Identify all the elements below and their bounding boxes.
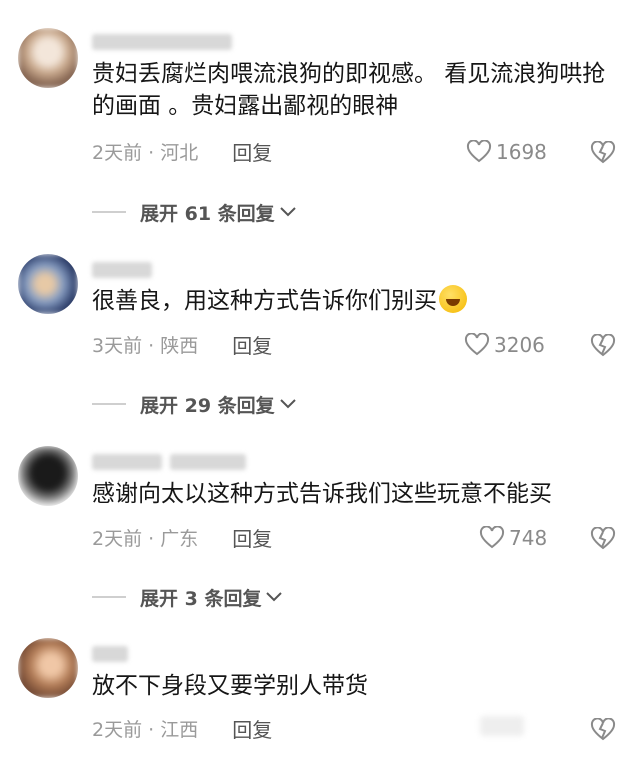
like-count-blurred xyxy=(480,716,524,736)
like-count: 3206 xyxy=(494,333,545,357)
expand-replies[interactable]: 展开 29 条回复 xyxy=(92,391,297,417)
reply-button[interactable]: 回复 xyxy=(232,714,272,743)
reply-button[interactable]: 回复 xyxy=(232,330,272,359)
username-blurred[interactable] xyxy=(92,452,246,472)
like-button[interactable]: 1698 xyxy=(466,138,547,166)
comment-text-content: 很善良，用这种方式告诉你们别买 xyxy=(92,288,437,314)
expand-replies-label: 展开 29 条回复 xyxy=(140,394,275,417)
reply-button[interactable]: 回复 xyxy=(232,523,272,552)
expand-replies-label: 展开 61 条回复 xyxy=(140,202,275,225)
comment-text: 放不下身段又要学别人带货 xyxy=(92,673,368,699)
divider-line xyxy=(92,211,126,213)
time-location: 2天前 · 广东 xyxy=(92,527,199,550)
time-location: 3天前 · 陕西 xyxy=(92,334,199,357)
chevron-down-icon xyxy=(279,399,296,409)
expand-replies[interactable]: 展开 3 条回复 xyxy=(92,584,283,610)
broken-heart-icon[interactable] xyxy=(590,141,616,165)
avatar[interactable] xyxy=(18,638,78,698)
divider-line xyxy=(92,596,126,598)
rofl-emoji-icon xyxy=(439,285,467,313)
heart-outline-icon xyxy=(464,333,490,356)
avatar[interactable] xyxy=(18,28,78,88)
like-button[interactable]: 748 xyxy=(479,524,547,552)
heart-outline-icon xyxy=(479,526,505,549)
avatar[interactable] xyxy=(18,446,78,506)
heart-outline-icon xyxy=(466,140,492,163)
broken-heart-icon[interactable] xyxy=(590,718,616,742)
avatar[interactable] xyxy=(18,254,78,314)
time-location: 2天前 · 江西 xyxy=(92,718,199,741)
chevron-down-icon xyxy=(279,207,296,217)
reply-button[interactable]: 回复 xyxy=(232,137,272,166)
like-count: 748 xyxy=(509,526,548,550)
comment-text: 贵妇丢腐烂肉喂流浪狗的即视感。 看见流浪狗哄抢的画面 。贵妇露出鄙视的眼神 xyxy=(92,61,606,119)
username-blurred[interactable] xyxy=(92,644,128,664)
comment-meta: 2天前 · 江西 回复 xyxy=(92,714,272,742)
broken-heart-icon[interactable] xyxy=(590,334,616,358)
comment-meta: 2天前 · 广东 回复 xyxy=(92,523,272,551)
comment-text: 很善良，用这种方式告诉你们别买 xyxy=(92,285,622,317)
comment-text: 感谢向太以这种方式告诉我们这些玩意不能买 xyxy=(92,481,552,507)
chevron-down-icon xyxy=(266,592,283,602)
like-button[interactable]: 3206 xyxy=(464,331,545,359)
time-location: 2天前 · 河北 xyxy=(92,141,199,164)
username-blurred[interactable] xyxy=(92,260,152,280)
expand-replies-label: 展开 3 条回复 xyxy=(140,587,262,610)
comment-meta: 2天前 · 河北 回复 xyxy=(92,137,272,165)
username-blurred[interactable] xyxy=(92,32,232,52)
broken-heart-icon[interactable] xyxy=(590,527,616,551)
like-count: 1698 xyxy=(496,140,547,164)
comment-meta: 3天前 · 陕西 回复 xyxy=(92,330,272,358)
divider-line xyxy=(92,403,126,405)
expand-replies[interactable]: 展开 61 条回复 xyxy=(92,199,297,225)
